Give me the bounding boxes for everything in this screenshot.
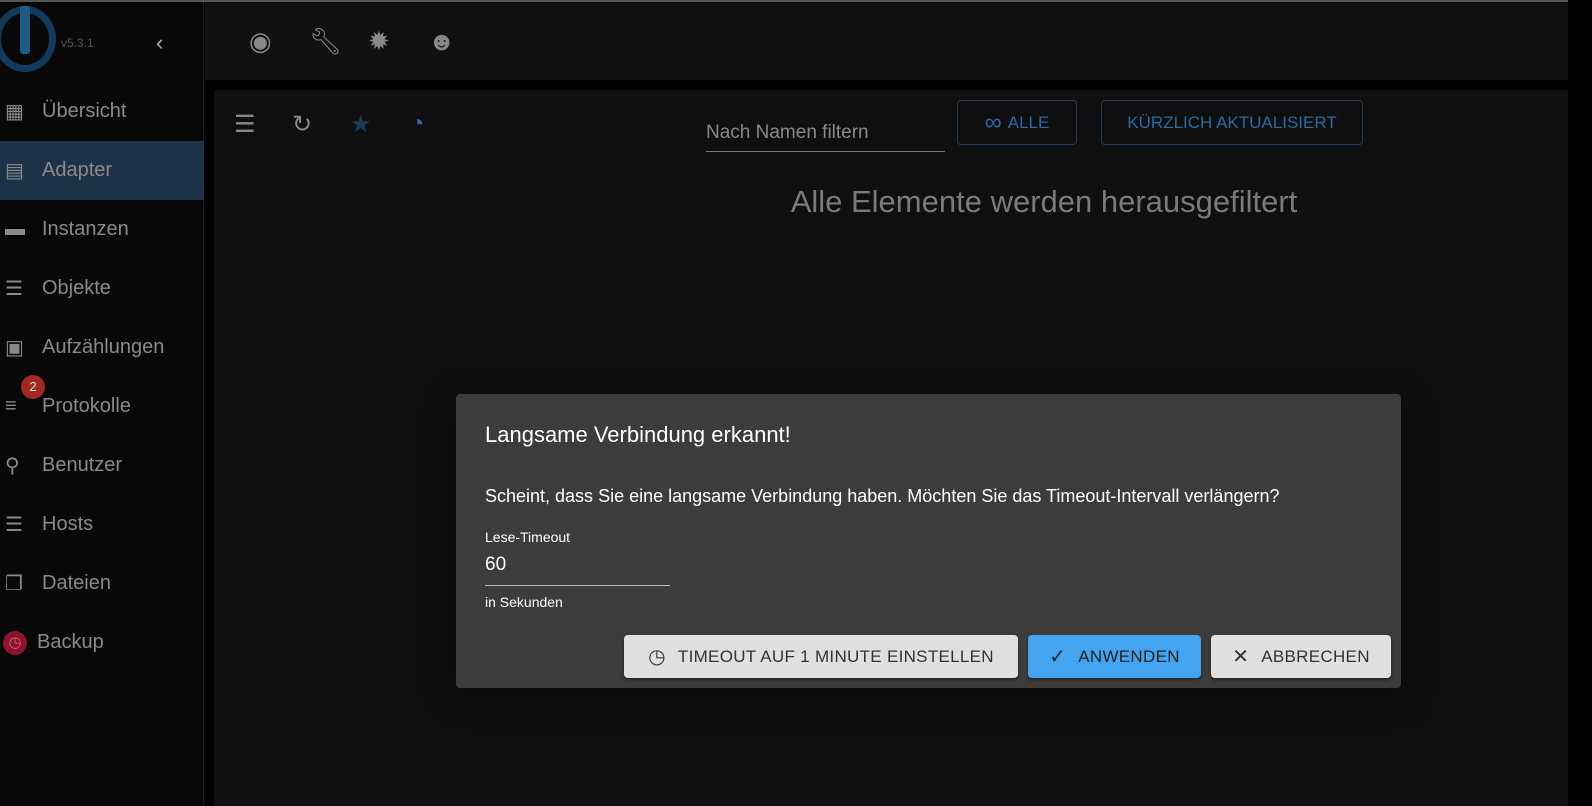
empty-message: Alle Elemente werden herausgefiltert [790, 184, 1298, 219]
collapse-sidebar-button[interactable]: ‹ [156, 30, 163, 56]
theme-toggle-icon[interactable]: ✹ [368, 26, 390, 57]
sidebar-nav: ▦ Übersicht ▤ Adapter ▬ Instanzen ☰ Objekte … [0, 82, 204, 672]
log-icon: ≡ [5, 395, 17, 417]
refresh-icon[interactable]: ↻ [292, 110, 312, 139]
backup-icon: ◷ [3, 630, 27, 655]
wrench-icon[interactable]: 🔧︎ [309, 26, 342, 57]
sidebar-item-label: Aufzählungen [42, 336, 165, 358]
sidebar: v5.3.1 ‹ ▦ Übersicht ▤ Adapter ▬ Instanzen … [0, 2, 204, 806]
files-icon: ❐ [5, 573, 23, 595]
apply-label: ANWENDEN [1078, 646, 1180, 666]
sidebar-item-hosts[interactable]: ☰ Hosts [0, 495, 204, 554]
star-icon[interactable]: ★ [350, 110, 372, 139]
read-timeout-label: Lese-Timeout [485, 529, 571, 545]
grid-icon: ▦ [5, 101, 24, 123]
sidebar-item-protokolle[interactable]: ≡ 2 Protokolle [0, 375, 204, 436]
check-icon: ✓ [1049, 646, 1067, 668]
infinity-icon: ∞ [984, 108, 1002, 136]
all-button[interactable]: ∞ ALLE [957, 100, 1077, 145]
store-icon: ▤ [5, 160, 24, 182]
sidebar-item-dateien[interactable]: ❐ Dateien [0, 554, 204, 613]
sidebar-item-label: Dateien [42, 572, 111, 594]
version-label: v5.3.1 [61, 36, 94, 50]
page-margin [1568, 0, 1592, 806]
read-timeout-input[interactable]: 60 [485, 552, 670, 586]
sidebar-item-backup[interactable]: ◷ Backup [0, 613, 204, 672]
clock-icon: ◷ [648, 646, 666, 668]
list-view-icon[interactable]: ☰ [234, 110, 256, 139]
sidebar-item-label: Backup [37, 631, 104, 653]
top-toolbar: ◉ 🔧︎ ✹ ☻ [205, 2, 1568, 80]
sidebar-item-benutzer[interactable]: ⚲ Benutzer [0, 436, 204, 495]
sidebar-item-instanzen[interactable]: ▬ Instanzen [0, 200, 204, 259]
notification-badge: 2 [21, 375, 45, 399]
eye-icon[interactable]: ◉ [249, 26, 272, 57]
sidebar-item-objekte[interactable]: ☰ Objekte [0, 259, 204, 318]
sidebar-item-label: Benutzer [42, 454, 123, 476]
recently-updated-button[interactable]: KÜRZLICH AKTUALISIERT [1101, 100, 1363, 145]
iobroker-logo [0, 6, 56, 72]
name-filter-input[interactable]: Nach Namen filtern [706, 112, 945, 152]
dialog-title: Langsame Verbindung erkannt! [485, 422, 791, 447]
sidebar-item-label: Instanzen [42, 218, 129, 240]
sidebar-item-label: Übersicht [42, 100, 127, 122]
storage-icon: ☰ [5, 514, 23, 536]
enum-icon: ▣ [5, 337, 24, 359]
sidebar-item-adapter[interactable]: ▤ Adapter [0, 141, 204, 200]
subtitles-icon: ▬ [5, 218, 25, 240]
sidebar-item-label: Hosts [42, 513, 94, 535]
sidebar-item-aufzaehlungen[interactable]: ▣ Aufzählungen [0, 318, 204, 377]
sidebar-item-uebersicht[interactable]: ▦ Übersicht [0, 82, 204, 141]
slow-connection-dialog: Langsame Verbindung erkannt! Scheint, da… [456, 394, 1401, 688]
sidebar-item-label: Objekte [42, 277, 111, 299]
set-timeout-label: TIMEOUT AUF 1 MINUTE EINSTELLEN [677, 646, 994, 666]
person-icon: ⚲ [5, 455, 20, 477]
sidebar-item-label: Protokolle [42, 395, 131, 417]
apply-button[interactable]: ✓ ANWENDEN [1028, 635, 1201, 678]
dialog-text: Scheint, dass Sie eine langsame Verbindu… [485, 486, 1280, 506]
sidebar-item-label: Adapter [42, 159, 113, 181]
cancel-label: ABBRECHEN [1261, 646, 1370, 666]
expert-mode-icon[interactable]: ☻ [428, 26, 455, 57]
cancel-button[interactable]: ✕ ABBRECHEN [1211, 635, 1391, 678]
all-button-label: ALLE [1007, 112, 1050, 132]
set-timeout-button[interactable]: ◷ TIMEOUT AUF 1 MINUTE EINSTELLEN [624, 635, 1018, 678]
close-icon: ✕ [1232, 646, 1250, 668]
update-history-icon[interactable]: ◔ [410, 110, 425, 138]
read-timeout-helper: in Sekunden [485, 594, 563, 610]
list-icon: ☰ [5, 278, 23, 300]
